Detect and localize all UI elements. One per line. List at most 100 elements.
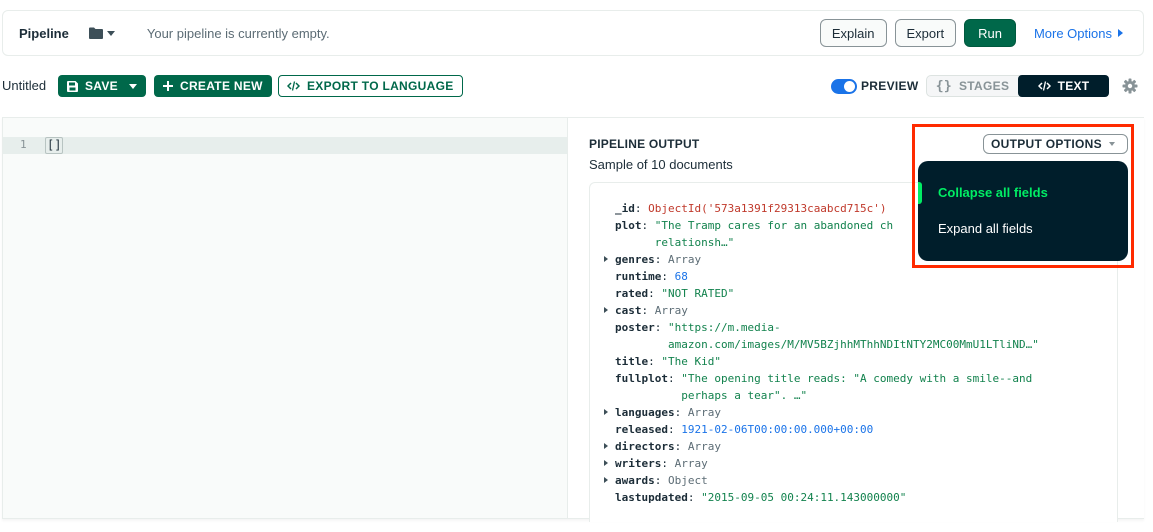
field-value-continuation: amazon.com/images/M/MV5BZjhhMThhNDItNTY2… (667, 338, 1039, 351)
document-field-lastupdated: lastupdated: "2015-09-05 00:24:11.143000… (604, 489, 1039, 506)
saved-pipelines-button[interactable] (88, 27, 115, 39)
run-button[interactable]: Run (964, 19, 1016, 47)
field-separator: : (641, 219, 655, 232)
field-separator: : (654, 253, 668, 266)
field-value: "The Kid" (661, 355, 721, 368)
document-field-fullplot: fullplot: "The opening title reads: "A c… (604, 370, 1039, 387)
document-field-writers[interactable]: writers: Array (604, 455, 1039, 472)
code-icon (1037, 81, 1051, 91)
field-value: Array (687, 406, 721, 419)
expand-caret-icon[interactable] (604, 256, 608, 262)
document-field-title: title: "The Kid" (604, 353, 1039, 370)
field-value: 68 (674, 270, 688, 283)
field-value: Array (668, 253, 702, 266)
more-options-label: More Options (1033, 25, 1112, 41)
document-field-cast[interactable]: cast: Array (604, 302, 1039, 319)
document-field-directors[interactable]: directors: Array (604, 438, 1039, 455)
field-key: cast (615, 304, 642, 317)
line-number: 1 (20, 138, 27, 151)
document-field-rated: rated: "NOT RATED" (604, 285, 1039, 302)
pipeline-text-editor[interactable]: 1 [] (2, 118, 568, 518)
pipeline-output-subtitle: Sample of 10 documents (589, 157, 733, 172)
active-indicator (918, 182, 922, 204)
field-separator: : (654, 474, 668, 487)
editor-code[interactable]: [] (45, 137, 64, 154)
field-separator: : (654, 321, 668, 334)
field-key: rated (615, 287, 649, 300)
document-field-released: released: 1921-02-06T00:00:00.000+00:00 (604, 421, 1039, 438)
field-key: lastupdated (615, 491, 688, 504)
export-button[interactable]: Export (894, 19, 957, 47)
field-value: Array (674, 457, 708, 470)
preview-toggle[interactable] (831, 79, 857, 94)
expand-caret-icon[interactable] (604, 443, 608, 449)
save-label: SAVE (85, 79, 118, 93)
field-value: 1921-02-06T00:00:00.000+00:00 (681, 423, 874, 436)
output-options-label: OUTPUT OPTIONS (991, 137, 1102, 151)
toggle-knob (844, 81, 855, 92)
expand-caret-icon[interactable] (604, 460, 608, 466)
field-key: writers (615, 457, 662, 470)
pipeline-empty-message: Your pipeline is currently empty. (146, 25, 330, 41)
field-key: languages (615, 406, 675, 419)
explain-button[interactable]: Explain (819, 19, 887, 47)
expand-caret-icon[interactable] (604, 409, 608, 415)
field-separator: : (674, 406, 688, 419)
field-separator: : (674, 440, 688, 453)
field-separator: : (634, 202, 649, 215)
code-icon (287, 81, 300, 91)
field-value: "The Tramp cares for an abandoned ch (654, 219, 894, 232)
menu-item-expand-all[interactable]: Expand all fields (938, 221, 1033, 236)
create-new-button[interactable]: CREATE NEW (154, 75, 272, 97)
field-separator: : (641, 304, 655, 317)
field-value: "NOT RATED" (661, 287, 735, 300)
field-separator: : (667, 423, 682, 436)
more-options-link[interactable]: More Options (1034, 26, 1123, 41)
view-mode-stages-label: STAGES (959, 79, 1010, 93)
chevron-down-icon (1109, 142, 1115, 146)
field-value: "2015-09-05 00:24:11.143000000" (701, 491, 907, 504)
field-value: Array (687, 440, 721, 453)
field-key: released (615, 423, 668, 436)
plus-icon (163, 81, 173, 91)
view-mode-stages[interactable]: {} STAGES (927, 76, 1018, 96)
field-key: poster (615, 321, 655, 334)
expand-caret-icon[interactable] (604, 307, 608, 313)
menu-item-collapse-all[interactable]: Collapse all fields (938, 185, 1048, 200)
field-value: "The opening title reads: "A comedy with… (681, 372, 1033, 385)
field-separator: : (648, 287, 662, 300)
field-value: ObjectId('573a1391f29313caabcd715c') (648, 202, 887, 215)
field-key: directors (615, 440, 675, 453)
output-options-menu: Collapse all fields Expand all fields (918, 161, 1128, 261)
pipeline-label: Pipeline (19, 25, 69, 41)
view-mode-text-label: TEXT (1057, 79, 1090, 93)
pipeline-name: Untitled (2, 78, 47, 93)
document-field-awards[interactable]: awards: Object (604, 472, 1039, 489)
caret-right-icon (1118, 29, 1123, 37)
save-button[interactable]: SAVE (58, 75, 146, 97)
field-key: runtime (615, 270, 662, 283)
save-icon (67, 80, 78, 92)
output-options-button[interactable]: OUTPUT OPTIONS (983, 134, 1128, 154)
pipeline-header: Pipeline Your pipeline is currently empt… (2, 10, 1144, 56)
export-to-language-button[interactable]: EXPORT TO LANGUAGE (278, 75, 463, 97)
field-key: title (615, 355, 649, 368)
pipeline-toolbar: Untitled SAVE CREATE NEW EXPORT TO LANGU… (0, 75, 1153, 97)
field-key: genres (615, 253, 655, 266)
field-key: _id (615, 202, 635, 215)
settings-button[interactable] (1122, 78, 1138, 99)
document-field-languages[interactable]: languages: Array (604, 404, 1039, 421)
editor-active-line: 1 [] (3, 137, 567, 154)
field-value: "https://m.media- (668, 321, 781, 334)
field-separator: : (687, 491, 702, 504)
chevron-down-icon (106, 30, 115, 36)
view-mode-text[interactable]: TEXT (1018, 75, 1109, 97)
pipeline-output-title: PIPELINE OUTPUT (589, 137, 700, 151)
expand-caret-icon[interactable] (604, 477, 608, 483)
field-key: plot (615, 219, 642, 232)
field-value-continuation: perhaps a tear". …" (681, 389, 808, 402)
chevron-down-icon (129, 83, 137, 89)
field-value: Object (668, 474, 708, 487)
folder-icon (88, 27, 103, 39)
document-field-poster: poster: "https://m.media- (604, 319, 1039, 336)
